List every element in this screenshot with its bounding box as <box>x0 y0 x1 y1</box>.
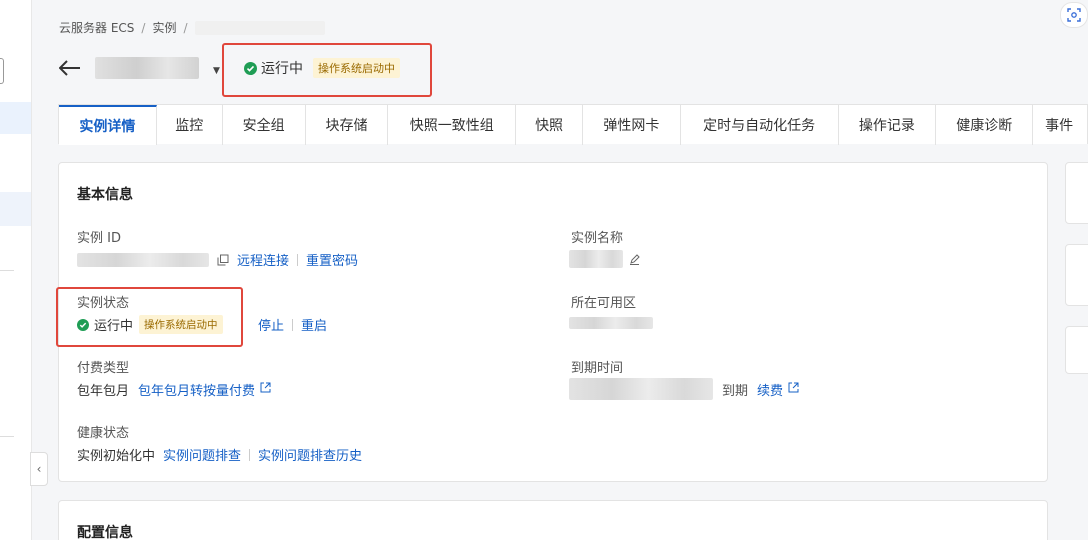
external-link-icon <box>788 382 799 397</box>
instance-id-redacted <box>77 252 209 267</box>
instance-name-redacted <box>95 57 199 79</box>
expire-time-value: 到期 续费 <box>569 378 799 400</box>
side-panel-card <box>1065 326 1088 374</box>
tab-block-storage[interactable]: 块存储 <box>306 105 389 145</box>
header-status: 运行中 操作系统启动中 <box>244 58 400 78</box>
detail-tabs: 实例详情 监控 安全组 块存储 快照一致性组 快照 弹性网卡 定时与自动化任务 … <box>58 104 1088 145</box>
rail-divider <box>0 270 14 271</box>
rail-divider <box>0 436 14 437</box>
header-status-tag: 操作系统启动中 <box>313 58 400 78</box>
health-status-label: 健康状态 <box>77 426 130 441</box>
instance-id-label: 实例 ID <box>77 231 121 246</box>
renew-link[interactable]: 续费 <box>757 380 783 399</box>
troubleshoot-history-link[interactable]: 实例问题排查历史 <box>258 445 362 464</box>
tab-events[interactable]: 事件 <box>1033 105 1087 145</box>
convert-to-payg-link[interactable]: 包年包月转按量付费 <box>138 380 255 399</box>
instance-status-text: 运行中 <box>94 319 134 334</box>
left-navigation-rail <box>0 0 32 540</box>
rail-item-selected[interactable] <box>0 192 31 226</box>
breadcrumb-ecs[interactable]: 云服务器 ECS <box>59 19 134 36</box>
billing-type-value: 包年包月 包年包月转按量付费 <box>77 380 271 399</box>
breadcrumb-instances[interactable]: 实例 <box>152 19 176 36</box>
tab-instance-details[interactable]: 实例详情 <box>59 105 157 145</box>
config-info-title: 配置信息 <box>77 525 133 540</box>
tab-scheduled-tasks[interactable]: 定时与自动化任务 <box>681 105 839 145</box>
remote-connect-link[interactable]: 远程连接 <box>237 250 289 269</box>
health-status-value: 实例初始化中 实例问题排查 实例问题排查历史 <box>77 445 362 464</box>
zone-redacted <box>569 317 653 329</box>
back-arrow-icon[interactable] <box>59 58 83 78</box>
tab-security-group[interactable]: 安全组 <box>223 105 306 145</box>
tab-health-diagnosis[interactable]: 健康诊断 <box>936 105 1034 145</box>
instance-status-label: 实例状态 <box>77 296 130 311</box>
billing-type-label: 付费类型 <box>77 361 130 376</box>
check-circle-icon <box>244 61 257 75</box>
page-title-row: ▼ <box>59 52 220 84</box>
breadcrumb-instance-redacted <box>194 20 325 35</box>
header-status-text: 运行中 <box>261 61 303 77</box>
caret-down-icon[interactable]: ▼ <box>213 66 220 76</box>
copy-icon[interactable] <box>217 254 229 266</box>
breadcrumb: 云服务器 ECS / 实例 / <box>59 19 325 36</box>
instance-name-label: 实例名称 <box>571 231 624 246</box>
reset-password-link[interactable]: 重置密码 <box>306 250 358 269</box>
config-info-card <box>58 500 1048 540</box>
side-panel-card <box>1065 162 1088 224</box>
instance-status-actions: 停止 重启 <box>258 315 327 334</box>
side-panel-card <box>1065 244 1088 306</box>
troubleshoot-link[interactable]: 实例问题排查 <box>163 445 241 464</box>
rail-search-box[interactable] <box>0 58 4 84</box>
tab-operation-log[interactable]: 操作记录 <box>839 105 937 145</box>
expire-time-redacted <box>569 378 713 400</box>
health-status-text: 实例初始化中 <box>77 449 156 464</box>
instance-status-tag: 操作系统启动中 <box>139 315 223 334</box>
tab-elastic-nic[interactable]: 弹性网卡 <box>583 105 681 145</box>
restart-link[interactable]: 重启 <box>301 315 327 334</box>
instance-id-value: 远程连接 重置密码 <box>77 250 358 269</box>
external-link-icon <box>260 382 271 397</box>
tab-snapshot-consistency-group[interactable]: 快照一致性组 <box>388 105 517 145</box>
chevron-left-icon: ‹ <box>36 462 42 476</box>
basic-info-title: 基本信息 <box>77 187 133 203</box>
rail-item-active[interactable] <box>0 102 31 134</box>
zone-value <box>569 317 653 329</box>
expire-suffix: 到期 <box>722 383 749 399</box>
tab-snapshots[interactable]: 快照 <box>516 105 583 145</box>
zone-label: 所在可用区 <box>571 296 637 311</box>
edit-pencil-icon[interactable] <box>629 253 640 265</box>
check-circle-icon <box>77 318 89 331</box>
instance-status-value: 运行中 操作系统启动中 <box>77 315 223 334</box>
tab-monitoring[interactable]: 监控 <box>157 105 223 145</box>
stop-link[interactable]: 停止 <box>258 315 284 334</box>
billing-type-text: 包年包月 <box>77 384 130 399</box>
collapse-sidebar-button[interactable]: ‹ <box>30 452 48 486</box>
expire-time-label: 到期时间 <box>571 361 624 376</box>
screenshot-scan-icon[interactable] <box>1060 2 1088 28</box>
instance-name-value <box>569 250 640 268</box>
instance-name-field-redacted <box>569 250 623 268</box>
